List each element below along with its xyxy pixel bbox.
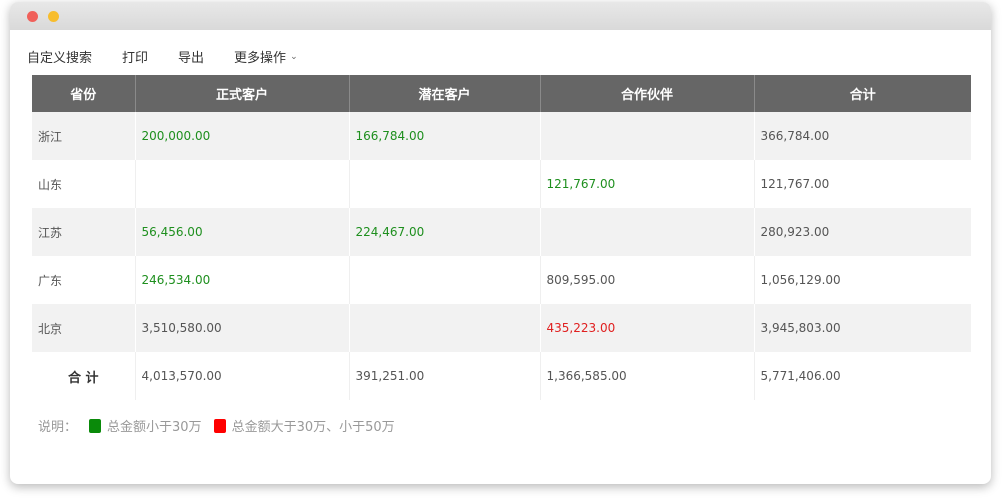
customer-summary-table: 省份 正式客户 潜在客户 合作伙伴 合计 浙江 200,000.00 166,7… [32,75,971,400]
print-button[interactable]: 打印 [122,47,148,66]
cell-potential [348,160,540,208]
cell-total: 366,784.00 [753,112,971,160]
cell-partner: 809,595.00 [539,256,754,304]
cell-potential [348,304,540,352]
legend: 说明： 总金额小于30万 总金额大于30万、小于50万 [38,416,407,435]
chevron-down-icon: ⌄ [290,52,298,62]
legend-red-text: 总金额大于30万、小于50万 [231,420,395,435]
cell-partner [539,208,754,256]
app-window: 自定义搜索 打印 导出 更多操作 ⌄ 省份 正式客户 潜在客户 合作伙伴 合计 [10,2,991,484]
legend-item-green: 总金额小于30万 [89,416,202,435]
header-partners: 合作伙伴 [539,75,754,112]
cell-partner: 121,767.00 [539,160,754,208]
export-button[interactable]: 导出 [178,47,204,66]
cell-province: 江苏 [32,208,135,256]
cell-total: 280,923.00 [753,208,971,256]
total-formal: 4,013,570.00 [134,352,349,400]
cell-partner [539,112,754,160]
cell-total: 121,767.00 [753,160,971,208]
title-bar [10,2,991,30]
header-total: 合计 [753,75,971,112]
cell-formal: 56,456.00 [134,208,349,256]
toolbar: 自定义搜索 打印 导出 更多操作 ⌄ [27,46,328,66]
cell-formal [134,160,349,208]
table-total-row: 合 计 4,013,570.00 391,251.00 1,366,585.00… [32,352,971,400]
total-partner: 1,366,585.00 [539,352,754,400]
legend-label: 说明： [38,420,78,435]
table-row: 浙江 200,000.00 166,784.00 366,784.00 [32,112,971,160]
total-grand: 5,771,406.00 [753,352,971,400]
more-actions-label: 更多操作 [234,50,287,66]
cell-total: 1,056,129.00 [753,256,971,304]
header-province: 省份 [32,75,135,112]
header-potential-customers: 潜在客户 [348,75,540,112]
cell-province: 广东 [32,256,135,304]
cell-formal: 3,510,580.00 [134,304,349,352]
cell-partner: 435,223.00 [539,304,754,352]
cell-potential [348,256,540,304]
minimize-window-button[interactable] [48,11,59,22]
custom-search-button[interactable]: 自定义搜索 [27,47,92,66]
table-row: 山东 121,767.00 121,767.00 [32,160,971,208]
table-row: 江苏 56,456.00 224,467.00 280,923.00 [32,208,971,256]
cell-potential: 224,467.00 [348,208,540,256]
legend-item-red: 总金额大于30万、小于50万 [213,416,395,435]
cell-province: 北京 [32,304,135,352]
cell-formal: 200,000.00 [134,112,349,160]
cell-formal: 246,534.00 [134,256,349,304]
green-swatch-icon [89,418,102,433]
table-row: 广东 246,534.00 809,595.00 1,056,129.00 [32,256,971,304]
cell-province: 浙江 [32,112,135,160]
more-actions-dropdown[interactable]: 更多操作 ⌄ [234,47,298,66]
close-window-button[interactable] [27,11,38,22]
table-header-row: 省份 正式客户 潜在客户 合作伙伴 合计 [32,75,971,112]
total-potential: 391,251.00 [348,352,540,400]
cell-province: 山东 [32,160,135,208]
red-swatch-icon [213,418,226,433]
cell-potential: 166,784.00 [348,112,540,160]
table-row: 北京 3,510,580.00 435,223.00 3,945,803.00 [32,304,971,352]
total-label: 合 计 [32,352,135,400]
header-formal-customers: 正式客户 [134,75,349,112]
legend-green-text: 总金额小于30万 [107,420,202,435]
cell-total: 3,945,803.00 [753,304,971,352]
